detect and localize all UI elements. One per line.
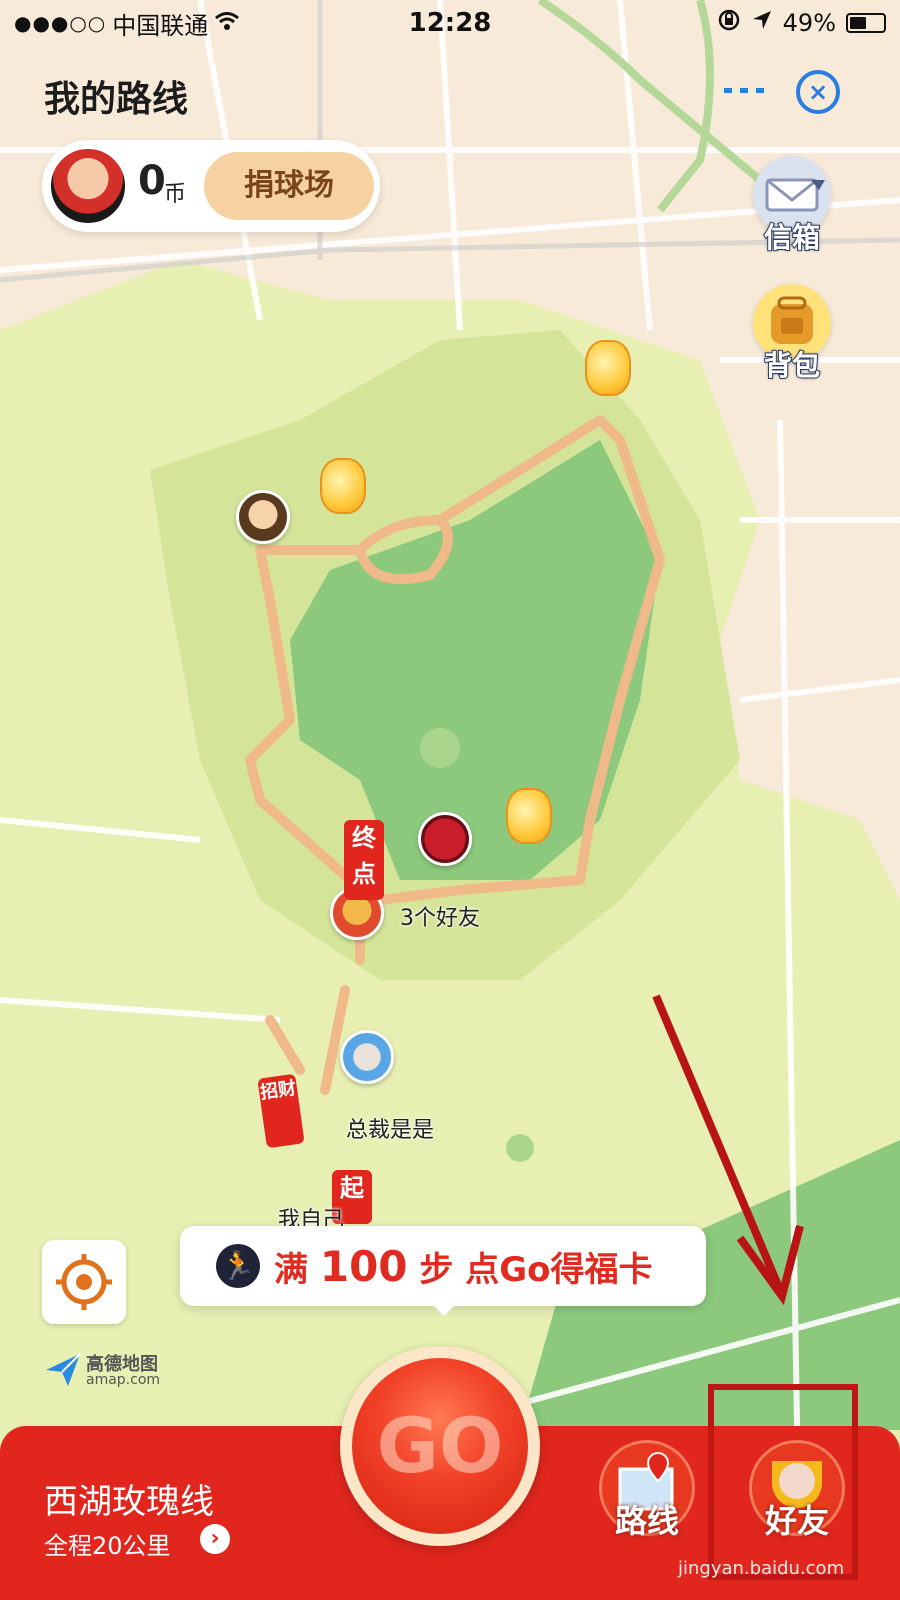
- locate-me-button[interactable]: [42, 1240, 126, 1324]
- friend-avatar-marker[interactable]: [418, 812, 472, 866]
- route-nav-label: 路线: [614, 1502, 679, 1540]
- tip-pointer: [432, 1304, 456, 1316]
- friend-name-label[interactable]: 总裁是是: [346, 1112, 434, 1144]
- end-point-flag: 终点: [344, 820, 384, 900]
- backpack-label: 背包: [763, 348, 821, 383]
- coin-count: 0: [138, 158, 166, 204]
- donate-court-button[interactable]: 捐球场: [204, 152, 374, 220]
- battery-icon: [846, 13, 886, 33]
- go-button-label: GO: [352, 1358, 528, 1534]
- page-title: 我的路线: [44, 79, 189, 120]
- coin-card: 0 币 捐球场: [42, 140, 380, 232]
- friends-count-label[interactable]: 3个好友: [400, 900, 480, 932]
- mailbox-button[interactable]: 信箱: [748, 156, 836, 256]
- runner-icon: 🏃: [216, 1244, 260, 1288]
- baidu-watermark: jingyan.baidu.com: [678, 1558, 845, 1579]
- wifi-icon: [214, 9, 240, 37]
- carrier-name: 中国联通: [112, 11, 209, 40]
- lantern-marker[interactable]: [585, 340, 631, 396]
- close-circle-icon: ×: [807, 78, 829, 106]
- lantern-marker[interactable]: [320, 458, 366, 514]
- crosshair-icon: [56, 1254, 112, 1310]
- amap-logo-domain: amap.com: [86, 1372, 161, 1388]
- ellipsis-icon: [724, 88, 764, 93]
- route-name[interactable]: 西湖玫瑰线: [44, 1474, 214, 1523]
- battery-percent: 49%: [782, 9, 836, 37]
- amap-logo: 高德地图 amap.com: [44, 1350, 174, 1394]
- friend-avatar-marker[interactable]: [236, 490, 290, 544]
- signal-strength-icon: ●●●○○: [14, 11, 107, 35]
- route-distance[interactable]: 全程20公里: [44, 1526, 171, 1561]
- tip-suffix: 步 点Go得福卡: [419, 1249, 653, 1290]
- more-options-button[interactable]: [722, 74, 766, 106]
- backpack-button[interactable]: 背包: [748, 284, 836, 384]
- route-nav-button[interactable]: 路线: [592, 1440, 702, 1550]
- annotation-arrow: [652, 994, 804, 1306]
- close-mini-program-button[interactable]: ×: [796, 70, 840, 114]
- lantern-marker[interactable]: [506, 788, 552, 844]
- friend-avatar-marker[interactable]: [340, 1030, 394, 1084]
- status-bar: ●●●○○ 中国联通 12:28 49%: [0, 0, 900, 46]
- mailbox-label: 信箱: [763, 220, 821, 255]
- user-avatar[interactable]: [48, 146, 128, 226]
- tip-steps: 100: [319, 1241, 408, 1291]
- rotation-lock-icon: [717, 8, 741, 38]
- route-detail-chevron-icon[interactable]: ›: [200, 1524, 230, 1554]
- tip-prefix: 满: [274, 1249, 308, 1290]
- coin-unit: 币: [164, 182, 187, 207]
- step-tip-banner: 🏃 满 100 步 点Go得福卡: [180, 1226, 706, 1306]
- go-button[interactable]: GO: [340, 1346, 540, 1546]
- annotation-highlight-box: [708, 1384, 858, 1580]
- amap-paper-plane-icon: [46, 1353, 81, 1386]
- location-arrow-icon: [751, 9, 773, 37]
